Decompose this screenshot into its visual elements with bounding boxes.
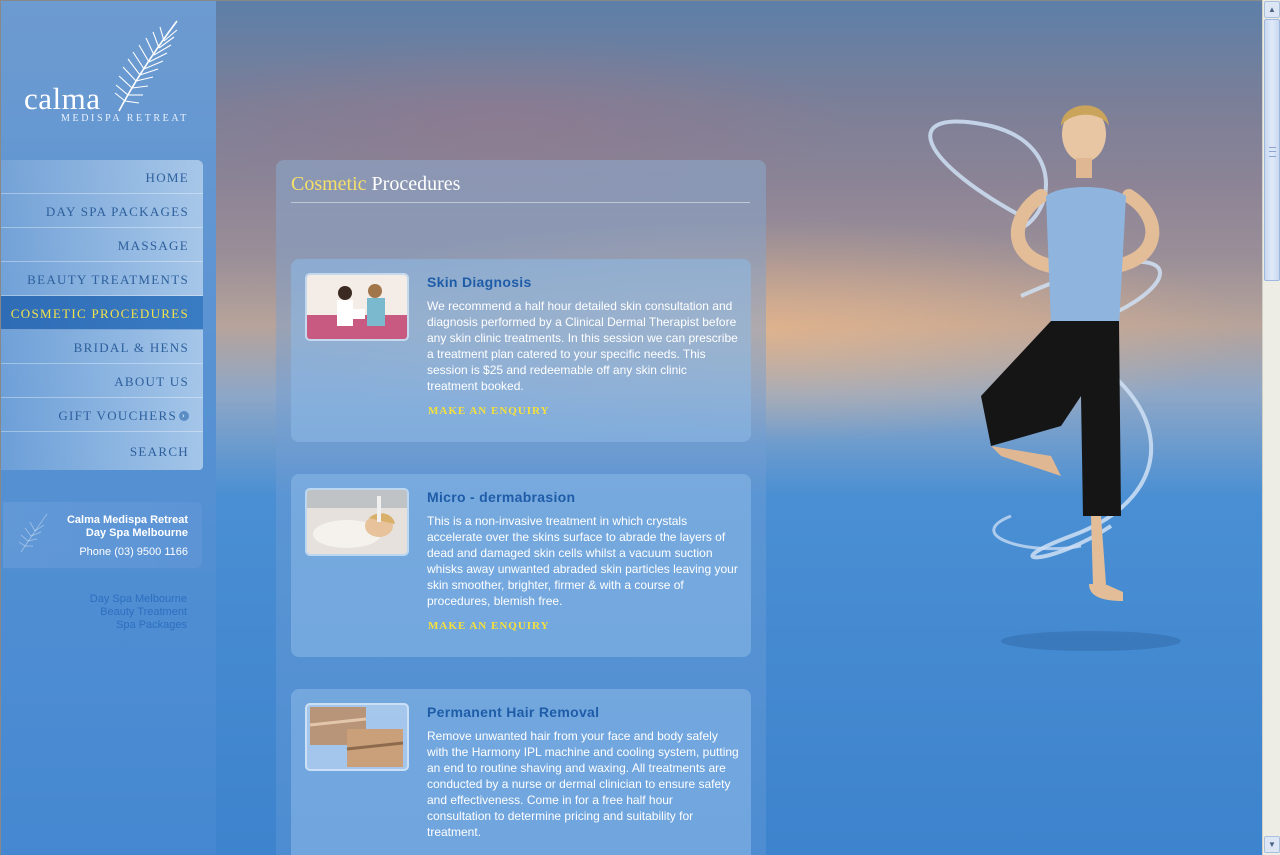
fern-leaf-icon — [114, 20, 178, 112]
nav-item-massage[interactable]: MASSAGE — [1, 228, 203, 262]
content-panel: Cosmetic Procedures Skin Diagnosis We re… — [276, 160, 766, 855]
scroll-down-arrow-icon[interactable]: ▼ — [1264, 836, 1280, 853]
fern-leaf-icon — [18, 513, 48, 553]
page-title-rest: Procedures — [371, 173, 461, 195]
nav-item-bridal-hens[interactable]: BRIDAL & HENS — [1, 330, 203, 364]
page-background: calma MEDISPA RETREAT HOME DAY SPA PACKA… — [0, 0, 1262, 855]
vertical-scrollbar[interactable]: ▲ ▼ — [1262, 0, 1280, 855]
yoga-woman-image — [928, 105, 1181, 651]
nav-item-search[interactable]: SEARCH — [1, 432, 203, 470]
card-description: We recommend a half hour detailed skin c… — [427, 299, 738, 393]
scroll-up-arrow-icon[interactable]: ▲ — [1264, 1, 1280, 18]
footer-link-day-spa-melbourne[interactable]: Day Spa Melbourne — [7, 593, 187, 606]
microdermabrasion-thumbnail — [305, 488, 409, 556]
page-title-accent: Cosmetic — [291, 173, 367, 195]
left-panel: calma MEDISPA RETREAT HOME DAY SPA PACKA… — [1, 1, 216, 855]
procedure-card: Skin Diagnosis We recommend a half hour … — [291, 259, 751, 442]
nav-item-gift-vouchers[interactable]: GIFT VOUCHERS › — [1, 398, 203, 432]
hair-removal-thumbnail — [305, 703, 409, 771]
nav-item-cosmetic-procedures[interactable]: COSMETIC PROCEDURES — [1, 296, 203, 330]
calma-logo[interactable]: calma MEDISPA RETREAT — [21, 19, 206, 129]
contact-phone: Phone (03) 9500 1166 — [79, 546, 188, 558]
footer-link-beauty-treatment[interactable]: Beauty Treatment — [7, 606, 187, 619]
skin-diagnosis-thumbnail — [305, 273, 409, 341]
contact-tagline: Day Spa Melbourne — [85, 527, 188, 539]
page-title: Cosmetic Procedures — [291, 173, 460, 196]
main-nav: HOME DAY SPA PACKAGES MASSAGE BEAUTY TRE… — [1, 160, 203, 470]
card-title: Permanent Hair Removal — [427, 704, 600, 720]
footer-links: Day Spa Melbourne Beauty Treatment Spa P… — [7, 593, 187, 632]
contact-box: Calma Medispa Retreat Day Spa Melbourne … — [3, 502, 202, 568]
nav-item-gift-vouchers-label: GIFT VOUCHERS — [58, 408, 177, 423]
card-title: Skin Diagnosis — [427, 274, 532, 290]
card-description: Remove unwanted hair from your face and … — [427, 729, 739, 839]
footer-link-spa-packages[interactable]: Spa Packages — [7, 619, 187, 632]
nav-item-beauty-treatments[interactable]: BEAUTY TREATMENTS — [1, 262, 203, 296]
nav-item-about-us[interactable]: ABOUT US — [1, 364, 203, 398]
make-enquiry-link[interactable]: MAKE AN ENQUIRY — [428, 405, 550, 417]
grip-icon — [1269, 147, 1276, 157]
logo-subtitle: MEDISPA RETREAT — [61, 113, 189, 124]
nav-item-day-spa-packages[interactable]: DAY SPA PACKAGES — [1, 194, 203, 228]
logo-wordmark: calma — [24, 81, 101, 116]
arrow-right-icon: › — [179, 411, 189, 422]
contact-name: Calma Medispa Retreat — [66, 514, 188, 526]
procedure-card: Micro - dermabrasion This is a non-invas… — [291, 474, 751, 657]
nav-item-home[interactable]: HOME — [1, 160, 203, 194]
scrollbar-thumb[interactable] — [1264, 19, 1280, 281]
title-divider — [291, 202, 750, 203]
card-description: This is a non-invasive treatment in whic… — [427, 514, 738, 608]
card-title: Micro - dermabrasion — [427, 489, 576, 505]
make-enquiry-link[interactable]: MAKE AN ENQUIRY — [428, 620, 550, 632]
procedure-card: Permanent Hair Removal Remove unwanted h… — [291, 689, 751, 855]
